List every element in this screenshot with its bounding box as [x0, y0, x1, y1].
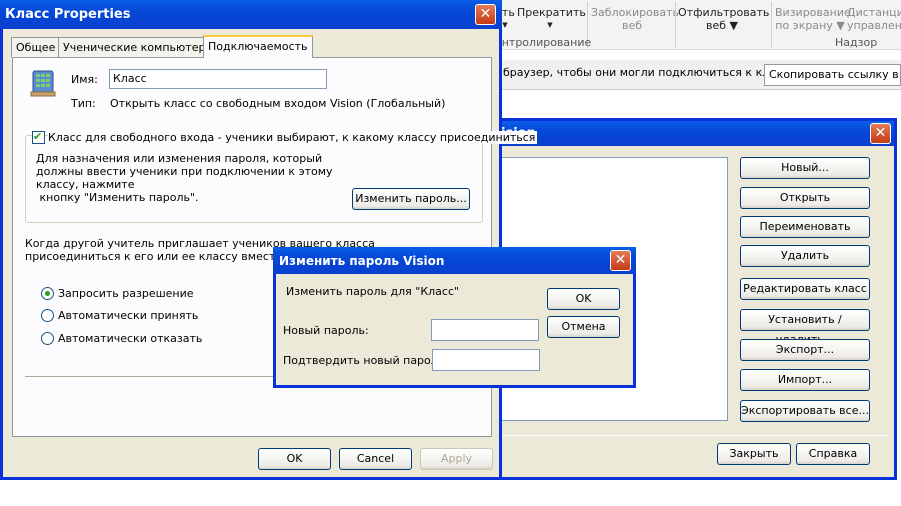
radio-auto-accept-label[interactable]: Автоматически принять [58, 309, 198, 322]
ribbon-item-label: Визирование [775, 6, 851, 19]
help-button[interactable]: Справка [796, 443, 870, 465]
ribbon-toolbar: ать ▼ Прекратить ▼ Заблокировать веб Отф… [495, 0, 901, 50]
close-icon[interactable]: ✕ [610, 250, 631, 271]
pwd-desc-line: классу, нажмите [36, 178, 135, 191]
dialog-cancel-button[interactable]: Отмена [547, 316, 620, 338]
radio-auto-accept[interactable] [41, 309, 54, 322]
cancel-button[interactable]: Cancel [339, 448, 412, 470]
new-password-label: Новый пароль: [283, 324, 369, 337]
apply-button[interactable]: Apply [420, 448, 493, 470]
ribbon-group-label: онтролирование [495, 36, 592, 49]
rename-button[interactable]: Переименовать [740, 216, 870, 238]
pwd-desc-line: Для назначения или изменения пароля, кот… [36, 152, 323, 165]
new-button[interactable]: Новый... [740, 157, 870, 179]
radio-request[interactable] [41, 287, 54, 300]
window-title: Класс Properties [5, 7, 131, 22]
info-text: браузер, чтобы они могли подключиться к … [503, 66, 799, 79]
pwd-desc-line: должны ввести ученики при подключении к … [36, 165, 333, 178]
edit-class-button[interactable]: Редактировать класс [740, 278, 870, 300]
ok-button[interactable]: OK [258, 448, 331, 470]
radio-selected-icon [45, 291, 50, 296]
dialog-title: Изменить пароль Vision [279, 254, 445, 268]
ribbon-separator [675, 2, 676, 48]
type-value: Открыть класс со свободным входом Vision… [110, 97, 446, 110]
ribbon-item-label: Прекратить [517, 6, 586, 19]
export-all-button[interactable]: Экспортировать все... [740, 400, 870, 422]
free-login-label[interactable]: Класс для свободного входа - ученики выб… [48, 131, 538, 144]
ribbon-separator [771, 2, 772, 48]
ribbon-item-label: Отфильтровать [678, 6, 770, 19]
class-properties-window: Класс Properties ✕ Общее Ученические ком… [0, 0, 538, 480]
dialog-ok-button[interactable]: OK [547, 288, 620, 310]
ribbon-item-label: веб ▼ [706, 19, 738, 32]
tab-connectivity[interactable]: Подключаемость [203, 35, 313, 58]
type-label: Тип: [71, 97, 96, 110]
import-button[interactable]: Импорт... [740, 369, 870, 391]
delete-button[interactable]: Удалить [740, 245, 870, 267]
tab-general[interactable]: Общее [11, 37, 61, 57]
new-password-input[interactable] [431, 319, 539, 341]
window-titlebar[interactable]: ision ✕ [495, 121, 894, 146]
window-titlebar[interactable]: Класс Properties ✕ [0, 0, 502, 29]
check-icon: ✔ [33, 130, 43, 143]
ribbon-item-label: управлен [847, 19, 901, 32]
ribbon-item-label: по экрану ▼ [775, 19, 845, 32]
confirm-password-label: Подтвердить новый пароль: [283, 354, 448, 367]
radio-auto-decline-label[interactable]: Автоматически отказать [58, 332, 202, 345]
change-password-button[interactable]: Изменить пароль... [352, 188, 470, 210]
export-button[interactable]: Экспорт... [740, 339, 870, 361]
divider [500, 435, 888, 436]
ribbon-item-filter-web[interactable]: Отфильтровать веб ▼ [678, 6, 770, 32]
dialog-titlebar[interactable]: Изменить пароль Vision ✕ [273, 247, 636, 274]
free-login-checkbox[interactable]: ✔ [32, 130, 45, 144]
confirm-password-input[interactable] [432, 349, 540, 371]
close-button[interactable]: Закрыть [717, 443, 791, 465]
pwd-desc-line: кнопку "Изменить пароль". [36, 191, 199, 204]
name-field[interactable]: Класс [109, 69, 327, 89]
ribbon-item-screen-view[interactable]: Визирование по экрану ▼ [775, 6, 851, 32]
ribbon-item-remote[interactable]: Дистанци управлен [847, 6, 901, 32]
ribbon-item-label: Дистанци [847, 6, 901, 19]
tab-student-computers[interactable]: Ученические компьютеры [58, 37, 220, 57]
change-password-dialog: Изменить пароль Vision ✕ Изменить пароль… [273, 247, 636, 388]
copy-link-field[interactable]: Скопировать ссылку в бу [764, 64, 901, 86]
open-button[interactable]: Открыть [740, 187, 870, 209]
chevron-down-icon: ▼ [547, 21, 553, 29]
install-remove-button[interactable]: Установить / удалить... [740, 309, 870, 346]
class-icon [30, 70, 56, 97]
radio-auto-decline[interactable] [41, 332, 54, 345]
ribbon-item-label: Заблокировать [591, 6, 679, 19]
dialog-heading: Изменить пароль для "Класс" [286, 285, 460, 298]
ribbon-item-label: веб [621, 19, 643, 32]
name-label: Имя: [71, 73, 98, 86]
ribbon-item-stop[interactable]: Прекратить ▼ [517, 6, 586, 32]
radio-request-label[interactable]: Запросить разрешение [58, 287, 194, 300]
info-bar: браузер, чтобы они могли подключиться к … [495, 60, 901, 90]
ribbon-group-label: Надзор [835, 36, 878, 49]
close-icon[interactable]: ✕ [870, 123, 891, 144]
close-icon[interactable]: ✕ [475, 4, 496, 25]
ribbon-item-block-web[interactable]: Заблокировать веб [591, 6, 679, 32]
